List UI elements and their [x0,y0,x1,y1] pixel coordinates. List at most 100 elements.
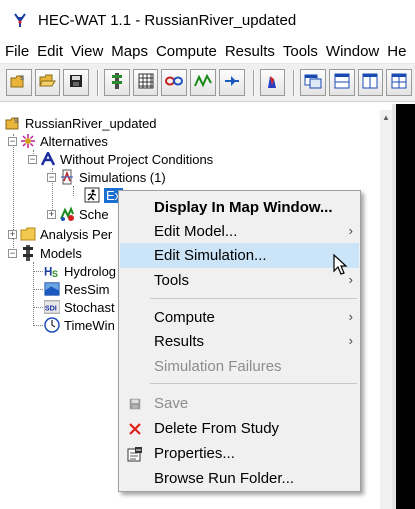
collapse-icon[interactable]: − [8,248,17,258]
delete-from-study-item[interactable]: Delete From Study [120,416,359,441]
toolbar-separator [293,69,296,96]
save-button[interactable] [63,69,90,96]
submenu-arrow-icon: › [348,223,353,238]
schedule-icon [59,206,75,222]
toolbar-separator [252,69,255,96]
window-2-button[interactable] [328,69,355,96]
tree-alternatives-label: Alternatives [40,133,108,149]
grid-button[interactable] [132,69,159,96]
window-3-icon [362,73,378,92]
wave-button[interactable] [190,69,216,96]
menu-compute[interactable]: Compute [151,43,220,60]
grid-icon [138,73,154,92]
menu-maps[interactable]: Maps [106,43,151,60]
menu-results[interactable]: Results [220,43,278,60]
scroll-up-arrow[interactable]: ▲ [380,110,392,124]
menu-separator [150,383,357,384]
properties-icon [120,446,150,462]
collapse-icon[interactable]: − [28,154,37,164]
collapse-icon[interactable]: − [8,136,17,146]
tree-timewindow-label: TimeWin [64,317,115,333]
edit-model-item[interactable]: Edit Model... › [120,219,359,244]
save-item[interactable]: Save [120,391,359,416]
display-in-map-window-item[interactable]: Display In Map Window... [120,195,359,220]
window-3-button[interactable] [357,69,384,96]
window-1-icon [304,73,322,92]
tree-stochastic[interactable]: SDI Stochast [44,298,115,316]
svg-text:H: H [44,266,52,278]
title-bar: HEC-WAT 1.1 - RussianRiver_updated [0,0,415,40]
svg-text:S: S [14,119,18,125]
tree-alternatives[interactable]: − Alternatives [8,132,108,150]
window-4-icon [391,73,407,92]
simulation-failures-item[interactable]: Simulation Failures [120,354,359,379]
model-link-icon [109,72,125,93]
tree-root-label: RussianRiver_updated [25,115,157,131]
menu-bar: File Edit View Maps Compute Results Tool… [0,40,415,64]
tree-simulations[interactable]: − Simulations (1) [47,168,166,186]
alternative-a-icon [40,151,56,167]
browse-run-folder-item[interactable]: Browse Run Folder... [120,466,359,491]
delete-x-icon [120,422,150,436]
window-2-icon [334,73,350,92]
window-4-button[interactable] [386,69,412,96]
alternatives-icon [20,133,36,149]
svg-text:S: S [20,76,24,82]
tree-root[interactable]: S RussianRiver_updated [5,114,157,132]
tree-hydrologic[interactable]: HS Hydrolog [44,262,116,280]
window-1-button[interactable] [300,69,326,96]
submenu-arrow-icon: › [348,333,353,348]
expand-icon[interactable]: + [47,209,56,219]
menu-file[interactable]: File [0,43,32,60]
open-folder-button[interactable] [34,69,61,96]
folder-icon [20,226,36,242]
ressim-icon [44,281,60,297]
tree-analysis-periods[interactable]: + Analysis Per [8,225,112,243]
clock-icon [44,317,60,333]
menu-tools[interactable]: Tools [278,43,321,60]
results-item[interactable]: Results › [120,329,359,354]
open-study-icon: S [10,73,28,92]
submenu-arrow-icon: › [348,272,353,287]
tree-without-project[interactable]: − Without Project Conditions [28,150,213,168]
submenu-arrow-icon: › [348,309,353,324]
models-icon [20,245,36,261]
tree-ressim[interactable]: ResSim [44,280,110,298]
open-folder-icon [38,73,57,92]
pump-button[interactable] [218,69,245,96]
menu-edit[interactable]: Edit [32,43,66,60]
menu-help[interactable]: He [382,43,409,60]
link-icon [165,75,184,90]
tree-models[interactable]: − Models [8,244,82,262]
collapse-icon[interactable]: − [47,172,56,182]
menu-separator [150,298,357,299]
tree-scrollbar[interactable]: ▲ [380,110,392,509]
map-window[interactable] [396,104,415,509]
tools-item[interactable]: Tools › [120,268,359,293]
properties-item[interactable]: Properties... [120,441,359,466]
tree-simulations-label: Simulations (1) [79,169,166,185]
pump-icon [223,73,241,92]
edit-simulation-item[interactable]: Edit Simulation... [120,243,359,268]
tree-timewindow[interactable]: TimeWin [44,316,115,334]
svg-text:SDI: SDI [45,305,57,313]
link-button[interactable] [161,69,188,96]
tree-analysis-periods-label: Analysis Per [40,226,113,242]
chart-button[interactable] [259,69,286,96]
hms-icon: HS [44,263,60,279]
tree-schedule[interactable]: + Sche [47,205,109,223]
menu-view[interactable]: View [66,43,106,60]
study-icon: S [5,115,21,131]
expand-icon[interactable]: + [8,229,17,239]
open-study-button[interactable]: S [6,69,32,96]
sdi-icon: SDI [44,299,60,315]
tree-hydrologic-label: Hydrolog [64,263,117,279]
tree-without-project-label: Without Project Conditions [60,151,214,167]
tree-models-label: Models [40,245,82,261]
mouse-cursor-icon [333,253,349,276]
compute-item[interactable]: Compute › [120,305,359,330]
wave-icon [194,73,212,92]
tree-connector [73,186,74,196]
model-link-button[interactable] [104,69,130,96]
menu-window[interactable]: Window [321,43,382,60]
